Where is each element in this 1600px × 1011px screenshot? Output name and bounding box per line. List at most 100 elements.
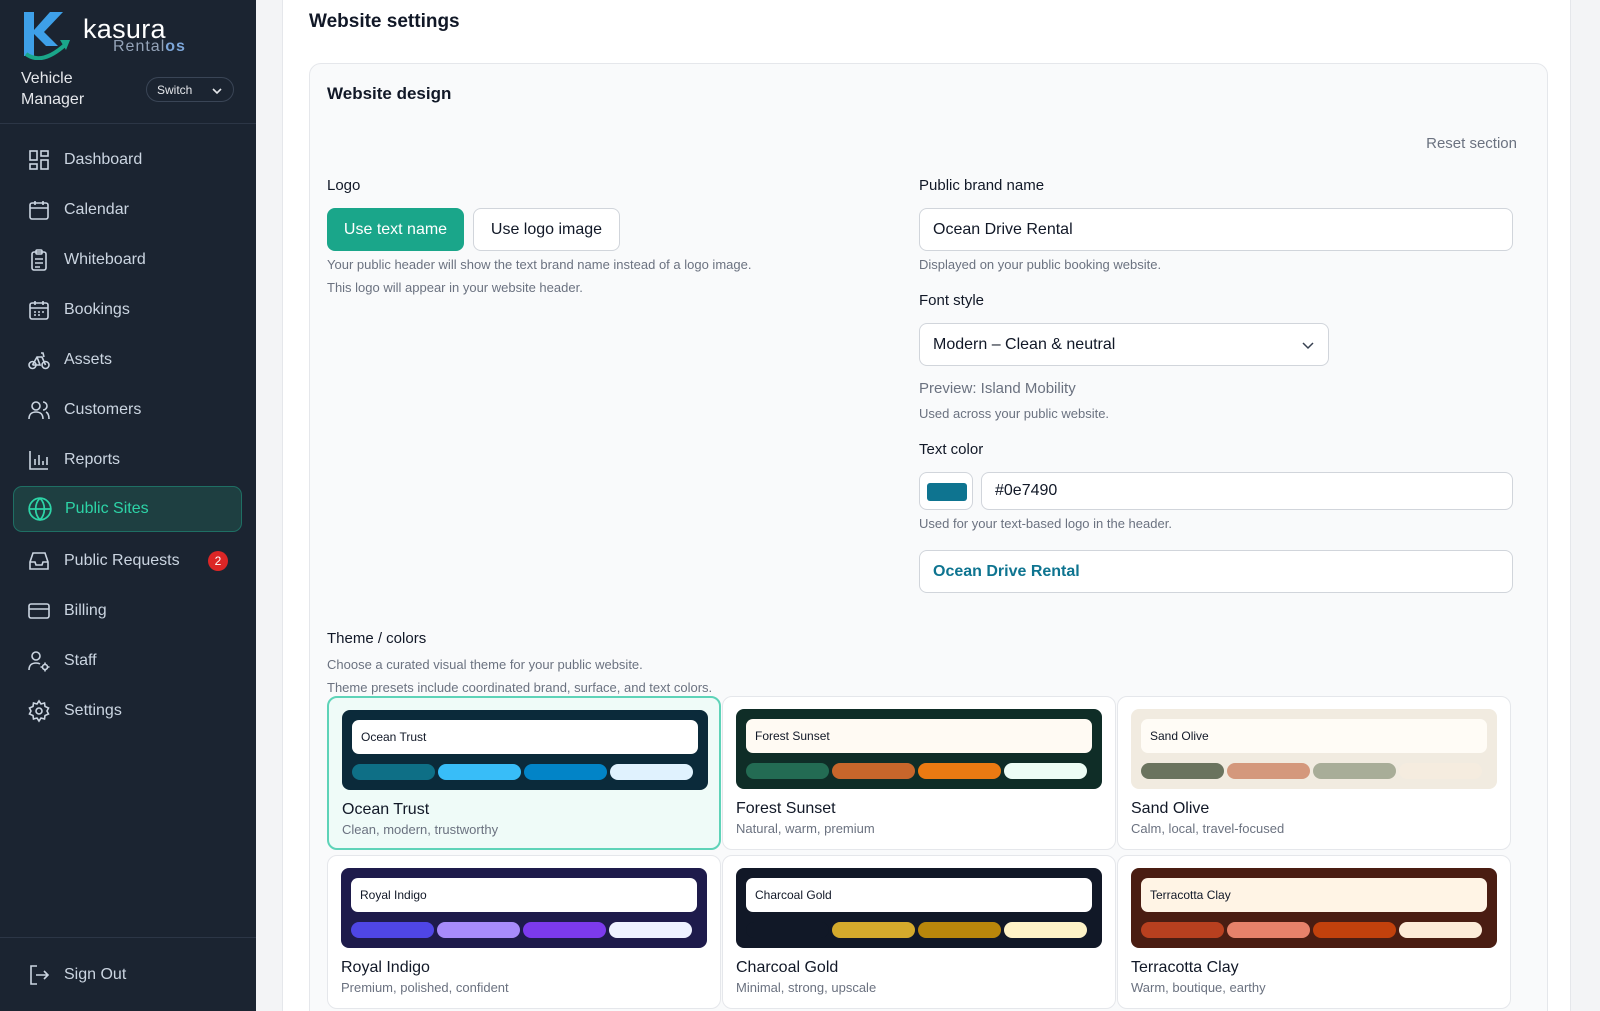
theme-preview: Sand Olive bbox=[1131, 709, 1497, 789]
switch-button[interactable]: Switch bbox=[146, 77, 234, 102]
brand-subtitle: Rentalos bbox=[113, 38, 186, 55]
sidebar-item-bookings[interactable]: Bookings bbox=[13, 287, 242, 333]
sidebar-item-whiteboard[interactable]: Whiteboard bbox=[13, 237, 242, 283]
gear-icon bbox=[26, 698, 52, 724]
theme-color-pill bbox=[1399, 922, 1482, 938]
sidebar-item-customers[interactable]: Customers bbox=[13, 387, 242, 433]
theme-color-pill bbox=[746, 922, 829, 938]
theme-color-pill bbox=[1227, 922, 1310, 938]
text-color-label: Text color bbox=[919, 441, 984, 458]
theme-name: Royal Indigo bbox=[341, 959, 430, 976]
logo-hint-secondary: This logo will appear in your website he… bbox=[327, 280, 583, 295]
brand-text-preview: Ocean Drive Rental bbox=[919, 550, 1513, 593]
sidebar-item-label: Assets bbox=[64, 351, 113, 368]
section-title: Website design bbox=[327, 84, 452, 103]
context-label: Vehicle Manager bbox=[21, 70, 85, 108]
reset-section-link[interactable]: Reset section bbox=[1426, 135, 1517, 152]
notification-badge: 2 bbox=[208, 551, 228, 571]
theme-color-pill bbox=[918, 922, 1001, 938]
sidebar-item-public-requests[interactable]: Public Requests 2 bbox=[13, 538, 242, 584]
kasura-logo-icon bbox=[24, 12, 70, 61]
sidebar-item-label: Public Sites bbox=[65, 500, 149, 517]
theme-card-forest-sunset[interactable]: Forest Sunset Forest Sunset Natural, warm,… bbox=[722, 696, 1116, 850]
sidebar-item-settings[interactable]: Settings bbox=[13, 688, 242, 734]
switch-label: Switch bbox=[157, 82, 193, 97]
theme-name: Ocean Trust bbox=[342, 801, 430, 818]
theme-description: Minimal, strong, upscale bbox=[736, 980, 877, 995]
theme-name: Sand Olive bbox=[1131, 800, 1210, 817]
use-logo-image-button[interactable]: Use logo image bbox=[473, 208, 620, 251]
theme-color-pill bbox=[1227, 763, 1310, 779]
brand-name-input[interactable]: Ocean Drive Rental bbox=[919, 208, 1513, 251]
inbox-icon bbox=[26, 548, 52, 574]
sidebar-item-label: Settings bbox=[64, 702, 122, 719]
theme-color-pill bbox=[438, 764, 521, 780]
theme-preview: Terracotta Clay bbox=[1131, 868, 1497, 948]
sidebar-item-dashboard[interactable]: Dashboard bbox=[13, 137, 242, 183]
theme-description: Clean, modern, trustworthy bbox=[342, 822, 499, 837]
theme-color-pill bbox=[1313, 763, 1396, 779]
font-style-value: Modern – Clean & neutral bbox=[933, 335, 1116, 353]
sidebar-divider bbox=[0, 937, 256, 938]
color-swatch bbox=[927, 483, 967, 501]
sidebar-item-label: Public Requests bbox=[64, 552, 180, 569]
sidebar-item-label: Staff bbox=[64, 652, 97, 669]
sidebar-item-label: Calendar bbox=[64, 201, 129, 218]
sidebar-item-assets[interactable]: Assets bbox=[13, 337, 242, 383]
font-style-select[interactable]: Modern – Clean & neutral bbox=[919, 323, 1329, 366]
text-color-hint: Used for your text-based logo in the hea… bbox=[919, 516, 1172, 531]
page-title: Website settings bbox=[309, 11, 460, 32]
theme-color-pill bbox=[918, 763, 1001, 779]
users-icon bbox=[26, 397, 52, 423]
dashboard-icon bbox=[26, 147, 52, 173]
sidebar-item-label: Customers bbox=[64, 401, 142, 418]
bar-chart-icon bbox=[26, 447, 52, 473]
text-color-input[interactable]: #0e7490 bbox=[981, 472, 1513, 510]
user-gear-icon bbox=[26, 648, 52, 674]
theme-description: Warm, boutique, earthy bbox=[1131, 980, 1266, 995]
sidebar-item-calendar[interactable]: Calendar bbox=[13, 187, 242, 233]
theme-color-pill bbox=[523, 922, 606, 938]
theme-color-pill bbox=[609, 922, 692, 938]
sidebar-item-label: Whiteboard bbox=[64, 251, 146, 268]
theme-color-pill bbox=[1141, 763, 1224, 779]
chevron-down-icon bbox=[212, 88, 222, 95]
main-content: Website settings Website design Reset se… bbox=[282, 0, 1571, 1011]
sidebar-item-billing[interactable]: Billing bbox=[13, 588, 242, 634]
theme-color-pill bbox=[610, 764, 693, 780]
theme-preview-header: Terracotta Clay bbox=[1141, 878, 1487, 912]
theme-card-ocean-trust[interactable]: Ocean Trust Ocean Trust Clean, modern, tru… bbox=[327, 696, 721, 850]
color-picker-swatch[interactable] bbox=[919, 472, 973, 510]
theme-color-pill bbox=[437, 922, 520, 938]
theme-preview: Charcoal Gold bbox=[736, 868, 1102, 948]
theme-color-pill bbox=[351, 922, 434, 938]
sign-out-icon bbox=[26, 962, 52, 988]
globe-icon bbox=[27, 496, 53, 522]
theme-card-terracotta-clay[interactable]: Terracotta Clay Terracotta Clay Warm, bout… bbox=[1117, 855, 1511, 1009]
sidebar-item-reports[interactable]: Reports bbox=[13, 437, 242, 483]
credit-card-icon bbox=[26, 598, 52, 624]
brand-name-hint: Displayed on your public booking website… bbox=[919, 257, 1162, 272]
sidebar: kasura Rentalos Vehicle Manager Switch D… bbox=[0, 0, 256, 1011]
theme-card-charcoal-gold[interactable]: Charcoal Gold Charcoal Gold Minimal, stron… bbox=[722, 855, 1116, 1009]
theme-preview: Royal Indigo bbox=[341, 868, 707, 948]
website-design-card: Website design Reset section Logo Use te… bbox=[309, 63, 1548, 1011]
theme-card-sand-olive[interactable]: Sand Olive Sand Olive Calm, local, travel-… bbox=[1117, 696, 1511, 850]
theme-color-pill bbox=[832, 763, 915, 779]
sidebar-item-staff[interactable]: Staff bbox=[13, 638, 242, 684]
theme-color-pill bbox=[1004, 922, 1087, 938]
theme-preview-header: Charcoal Gold bbox=[746, 878, 1092, 912]
brand-logo[interactable]: kasura Rentalos bbox=[20, 10, 185, 61]
sidebar-item-public-sites[interactable]: Public Sites bbox=[13, 486, 242, 532]
font-preview: Preview: Island Mobility bbox=[919, 380, 1076, 397]
sidebar-item-label: Bookings bbox=[64, 301, 130, 318]
use-text-name-button[interactable]: Use text name bbox=[327, 208, 464, 251]
sidebar-item-label: Reports bbox=[64, 451, 121, 468]
theme-card-royal-indigo[interactable]: Royal Indigo Royal Indigo Premium, polishe… bbox=[327, 855, 721, 1009]
font-style-hint: Used across your public website. bbox=[919, 406, 1110, 421]
sign-out-button[interactable]: Sign Out bbox=[13, 952, 242, 998]
theme-color-pill bbox=[746, 763, 829, 779]
theme-preview: Ocean Trust bbox=[342, 710, 708, 790]
bicycle-icon bbox=[26, 347, 52, 373]
sign-out-label: Sign Out bbox=[64, 966, 127, 983]
